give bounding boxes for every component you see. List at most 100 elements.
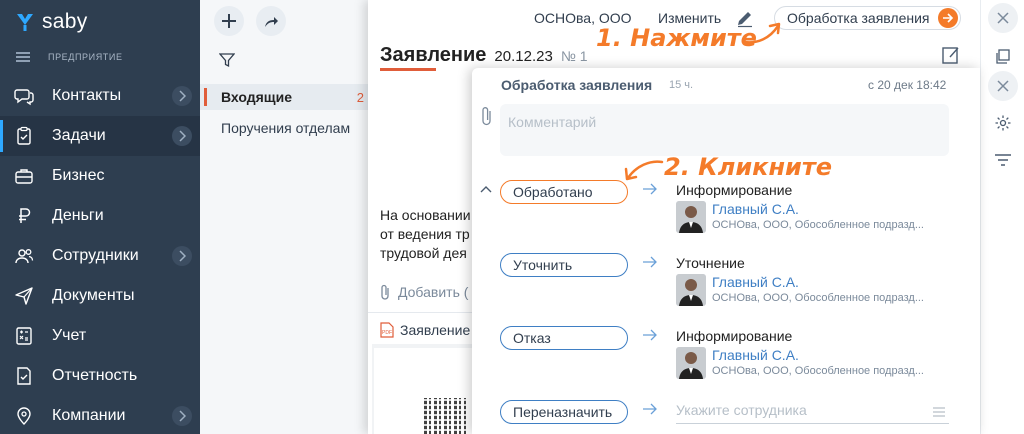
action-row: Отказ Информирование Главный С.А. ОСНОва… <box>472 321 980 381</box>
right-toolbar <box>980 0 1024 434</box>
document-date[interactable]: 20.12.23 <box>494 48 552 65</box>
person-org: ОСНОва, ООО, Обособленное подразд... <box>712 292 924 304</box>
add-attachment-link[interactable]: Добавить ( <box>380 284 480 300</box>
action-row: Обработано Информирование Главный С.А. О… <box>472 175 980 235</box>
nav-item-label: Контакты <box>52 87 122 104</box>
windows-icon <box>996 49 1010 64</box>
map-pin-icon <box>14 406 34 426</box>
paper-plane-icon <box>14 286 34 306</box>
attached-file-name: Заявление <box>400 322 471 338</box>
person-name[interactable]: Главный С.А. <box>712 201 799 217</box>
attached-file[interactable]: PDF Заявление <box>380 322 480 338</box>
nav-item-companies[interactable]: Компании <box>0 396 200 434</box>
comment-field[interactable]: Комментарий <box>500 104 949 156</box>
nav-item-reporting[interactable]: Отчетность <box>0 356 200 396</box>
nav-list: Контакты Задачи Бизнес Деньги Сотрудники… <box>0 76 200 434</box>
chevron-right-icon[interactable] <box>172 126 192 146</box>
main-navigation: saby ПРЕДПРИЯТИЕ Контакты Задачи Бизнес <box>0 0 200 434</box>
list-options-button[interactable] <box>988 145 1018 175</box>
brand-logo[interactable]: saby <box>14 10 88 34</box>
title-underline <box>380 68 436 71</box>
nav-item-label: Задачи <box>52 127 106 144</box>
annotation-arrow-1 <box>742 22 781 44</box>
document-edit-icon[interactable] <box>940 44 962 66</box>
action-label: Отказ <box>513 330 551 346</box>
nav-item-business[interactable]: Бизнес <box>0 156 200 196</box>
chevron-right-icon[interactable] <box>172 406 192 426</box>
person-name[interactable]: Главный С.А. <box>712 274 799 290</box>
close-document-button[interactable] <box>988 3 1018 33</box>
action-label: Обработано <box>513 184 593 200</box>
arrow-right-icon <box>643 256 657 268</box>
arrow-right-icon <box>937 8 958 28</box>
action-clarify-button[interactable]: Уточнить <box>500 253 628 277</box>
qr-code-overlay <box>424 398 466 434</box>
section-switcher[interactable]: ПРЕДПРИЯТИЕ <box>16 52 123 62</box>
menu-icon[interactable] <box>16 52 30 62</box>
folder-incoming[interactable]: Входящие 2 <box>200 84 368 110</box>
document-type: Заявление <box>380 44 487 66</box>
nav-item-label: Документы <box>52 287 135 304</box>
pdf-file-icon: PDF <box>380 322 394 338</box>
nav-item-label: Бизнес <box>52 167 105 184</box>
chevron-up-icon[interactable] <box>480 185 492 193</box>
annotation-step-2: 2. Кликните <box>664 153 833 181</box>
nav-item-label: Отчетность <box>52 367 138 384</box>
briefcase-icon <box>14 166 34 186</box>
folder-department-orders[interactable]: Поручения отделам <box>200 115 368 141</box>
nav-item-tasks[interactable]: Задачи <box>0 116 200 156</box>
document-number[interactable]: № 1 <box>561 48 588 64</box>
list-icon[interactable] <box>933 407 945 417</box>
person-name[interactable]: Главный С.А. <box>712 347 799 363</box>
chat-bubbles-icon <box>14 86 34 106</box>
employee-input[interactable]: Укажите сотрудника <box>676 402 949 424</box>
popup-title: Обработка заявления <box>501 77 653 93</box>
plus-icon <box>222 14 236 28</box>
arrow-right-icon <box>643 403 657 415</box>
reassign-button[interactable]: Переназначить <box>500 400 628 424</box>
new-window-button[interactable] <box>988 42 1018 72</box>
folder-label: Поручения отделам <box>221 120 351 136</box>
brand-name: saby <box>42 10 88 33</box>
people-icon <box>14 246 34 266</box>
nav-item-documents[interactable]: Документы <box>0 276 200 316</box>
action-label: Переназначить <box>513 404 613 420</box>
divider <box>368 312 472 313</box>
action-reject-button[interactable]: Отказ <box>500 326 628 350</box>
gear-icon <box>995 115 1011 131</box>
paperclip-icon[interactable] <box>480 106 494 126</box>
nav-item-contacts[interactable]: Контакты <box>0 76 200 116</box>
annotation-step-1: 1. Нажмите <box>596 24 757 52</box>
popup-age: 15 ч. <box>669 79 694 91</box>
annotation-arrow-2 <box>624 160 664 181</box>
forward-button[interactable] <box>256 6 286 36</box>
clipboard-check-icon <box>14 126 34 146</box>
close-popup-button[interactable] <box>988 71 1018 101</box>
arrow-right-icon <box>643 329 657 341</box>
body-line: трудовой дея <box>380 245 467 261</box>
close-icon <box>997 80 1009 92</box>
nav-item-employees[interactable]: Сотрудники <box>0 236 200 276</box>
folder-label: Входящие <box>221 89 292 105</box>
share-arrow-icon <box>265 17 278 27</box>
process-application-button[interactable]: Обработка заявления <box>774 6 961 30</box>
calculator-icon <box>14 326 34 346</box>
person-org: ОСНОва, ООО, Обособленное подразд... <box>712 365 924 377</box>
chevron-right-icon[interactable] <box>172 246 192 266</box>
action-processed-button[interactable]: Обработано <box>500 180 628 204</box>
settings-button[interactable] <box>988 108 1018 138</box>
section-label: ПРЕДПРИЯТИЕ <box>48 52 123 62</box>
action-target-type: Уточнение <box>676 255 745 271</box>
add-button[interactable] <box>214 6 244 36</box>
task-folders-panel: Входящие 2 Поручения отделам <box>200 0 368 434</box>
folder-count: 2 <box>356 89 364 105</box>
document-preview[interactable] <box>372 344 472 434</box>
nav-item-money[interactable]: Деньги <box>0 196 200 236</box>
employee-input-placeholder: Укажите сотрудника <box>676 402 807 418</box>
filter-icon[interactable] <box>219 52 235 68</box>
chevron-right-icon[interactable] <box>172 86 192 106</box>
reassign-row: Переназначить Укажите сотрудника <box>472 395 980 429</box>
avatar <box>676 347 706 379</box>
nav-item-label: Учет <box>52 327 87 344</box>
nav-item-accounting[interactable]: Учет <box>0 316 200 356</box>
